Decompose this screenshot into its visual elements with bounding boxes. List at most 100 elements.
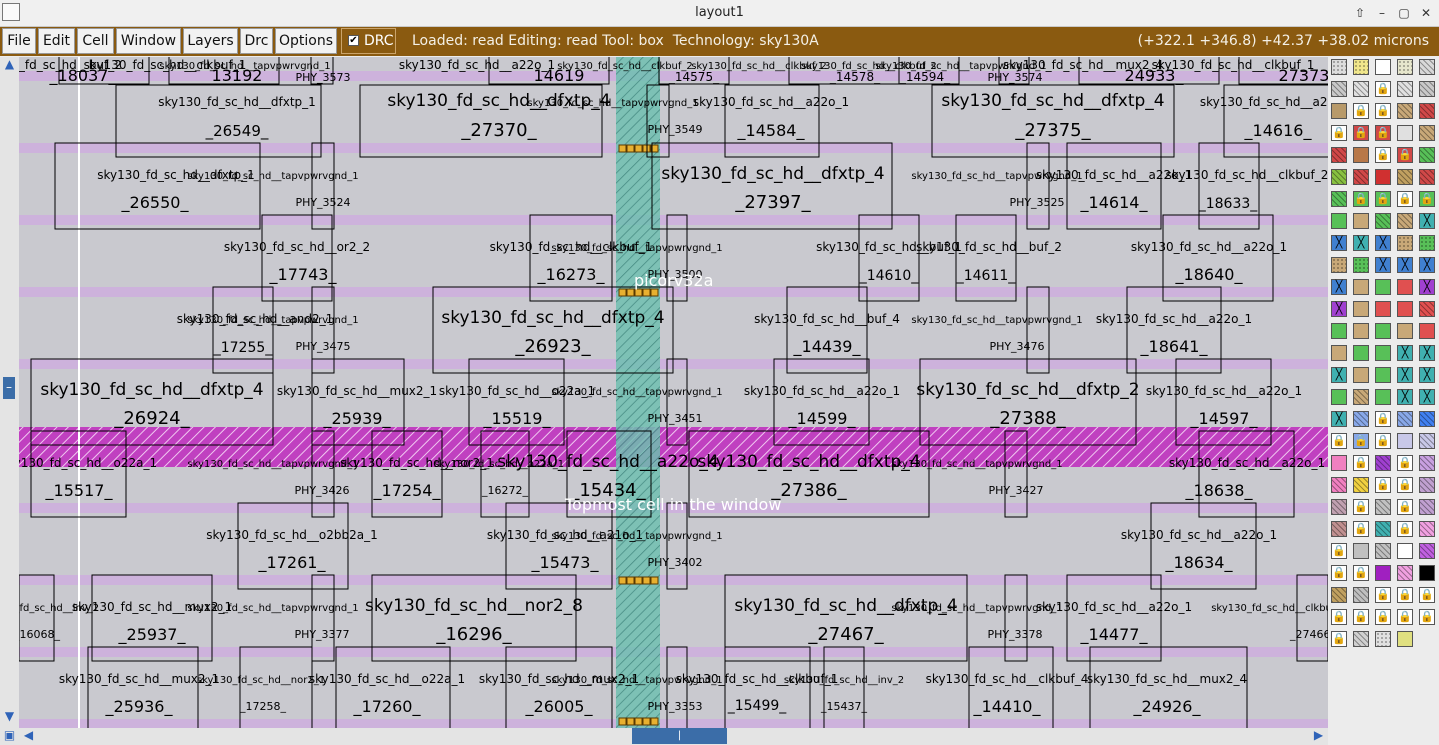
layer-swatch[interactable] bbox=[1353, 389, 1369, 405]
layer-swatch[interactable] bbox=[1375, 521, 1391, 537]
lock-icon[interactable]: 🔒 bbox=[1397, 499, 1413, 515]
layer-swatch[interactable] bbox=[1397, 103, 1413, 119]
drc-checkbox[interactable]: ✔ bbox=[348, 35, 359, 46]
layer-swatch[interactable] bbox=[1331, 587, 1347, 603]
lock-icon[interactable]: 🔒 bbox=[1397, 521, 1413, 537]
lock-icon[interactable]: 🔒 bbox=[1331, 631, 1347, 647]
vertical-scrollbar[interactable]: ▲ – ▼ bbox=[0, 57, 19, 728]
layer-swatch[interactable]: ╳ bbox=[1397, 345, 1413, 361]
lock-icon[interactable]: 🔒 bbox=[1397, 477, 1413, 493]
layer-swatch[interactable] bbox=[1375, 279, 1391, 295]
cell-instance[interactable]: sky130_fd_sc_hd__clkbuf_1_15499_ bbox=[676, 646, 839, 728]
layer-swatch[interactable] bbox=[1353, 367, 1369, 383]
layer-swatch[interactable]: ╳ bbox=[1331, 279, 1347, 295]
lock-icon[interactable]: 🔒 bbox=[1397, 455, 1413, 471]
lock-icon[interactable]: 🔒 bbox=[1331, 609, 1347, 625]
layer-swatch[interactable] bbox=[1375, 565, 1391, 581]
horizontal-scroll-thumb[interactable]: | bbox=[632, 728, 727, 744]
layer-swatch[interactable] bbox=[1419, 81, 1435, 97]
layer-swatch[interactable] bbox=[1419, 323, 1435, 339]
close-button[interactable]: ✕ bbox=[1417, 4, 1435, 22]
layer-swatch[interactable] bbox=[1353, 213, 1369, 229]
layer-swatch[interactable] bbox=[1331, 257, 1347, 273]
layer-swatch[interactable] bbox=[1331, 81, 1347, 97]
layer-swatch[interactable] bbox=[1353, 169, 1369, 185]
layer-swatch[interactable] bbox=[1397, 169, 1413, 185]
lock-icon[interactable]: 🔒 bbox=[1419, 191, 1435, 207]
layer-swatch[interactable] bbox=[1375, 367, 1391, 383]
menu-edit[interactable]: Edit bbox=[38, 28, 75, 54]
cell-instance[interactable]: sky130_fd_sc_hd__nor2_1 _17258_ bbox=[197, 646, 325, 728]
layer-swatch[interactable] bbox=[1397, 81, 1413, 97]
layer-swatch[interactable]: ╳ bbox=[1331, 235, 1347, 251]
menu-cell[interactable]: Cell bbox=[77, 28, 114, 54]
layer-swatch[interactable] bbox=[1331, 103, 1347, 119]
horizontal-scrollbar[interactable]: ▣ ◀ | ▶ bbox=[0, 728, 1328, 745]
layer-swatch[interactable] bbox=[1331, 323, 1347, 339]
layer-swatch[interactable] bbox=[1397, 301, 1413, 317]
layer-swatch[interactable] bbox=[1419, 235, 1435, 251]
lock-icon[interactable]: 🔒 bbox=[1353, 455, 1369, 471]
lock-icon[interactable]: 🔒 bbox=[1353, 565, 1369, 581]
layer-swatch[interactable]: ╳ bbox=[1331, 301, 1347, 317]
menu-drc[interactable]: Drc bbox=[240, 28, 273, 54]
layer-swatch[interactable] bbox=[1419, 455, 1435, 471]
layer-swatch[interactable] bbox=[1375, 455, 1391, 471]
layer-swatch[interactable] bbox=[1375, 323, 1391, 339]
layer-swatch[interactable] bbox=[1353, 81, 1369, 97]
layer-swatch[interactable] bbox=[1419, 543, 1435, 559]
layer-swatch[interactable] bbox=[1331, 191, 1347, 207]
layer-swatch[interactable] bbox=[1397, 631, 1413, 647]
layer-swatch[interactable] bbox=[1419, 411, 1435, 427]
layer-palette[interactable]: 🔒 🔒 🔒 🔒 🔒 🔒 🔒 🔒 🔒 🔒 🔒 🔒 ╳ ╳ ╳ ╳ ╳ ╳ ╳ ╳ ╳ ╳ ╳ ╳ ╳ ╳ ╳ ╳ ╳ ╳ 🔒 🔒 🔒 🔒 🔒 🔒 🔒 🔒 🔒 🔒… bbox=[1328, 57, 1439, 728]
layer-swatch[interactable] bbox=[1331, 389, 1347, 405]
lock-icon[interactable]: 🔒 bbox=[1331, 125, 1347, 141]
lock-icon[interactable]: 🔒 bbox=[1375, 81, 1391, 97]
layer-swatch[interactable] bbox=[1331, 213, 1347, 229]
cell-instance[interactable]: sky130_fd_sc_hd__o22a_1 _17260_ bbox=[309, 646, 465, 728]
layer-swatch[interactable] bbox=[1331, 147, 1347, 163]
arrow-right-icon[interactable]: ▶ bbox=[1309, 728, 1328, 742]
layer-swatch[interactable] bbox=[1331, 521, 1347, 537]
lock-icon[interactable]: 🔒 bbox=[1353, 521, 1369, 537]
layer-swatch[interactable] bbox=[1353, 631, 1369, 647]
layer-swatch[interactable] bbox=[1331, 169, 1347, 185]
layer-swatch[interactable]: ╳ bbox=[1419, 367, 1435, 383]
layer-swatch[interactable] bbox=[1419, 125, 1435, 141]
layer-swatch[interactable] bbox=[1375, 59, 1391, 75]
layout-view[interactable]: sky130_fd_sc_hd__buf_2_18037_sky130_fd_s… bbox=[19, 57, 1328, 728]
layer-swatch[interactable] bbox=[1397, 125, 1413, 141]
maximize-button[interactable]: ▢ bbox=[1395, 4, 1413, 22]
layer-swatch[interactable]: ╳ bbox=[1419, 213, 1435, 229]
lock-icon[interactable]: 🔒 bbox=[1353, 499, 1369, 515]
layer-swatch[interactable]: ╳ bbox=[1397, 257, 1413, 273]
cell-instance[interactable]: sky130_fd_sc_hd__mux2_1 _25936_ bbox=[59, 646, 219, 728]
cell-instance[interactable]: sky130_fd_sc_hd__inv_2 _15437_ bbox=[784, 646, 904, 728]
vertical-scroll-thumb[interactable]: – bbox=[3, 377, 15, 399]
layer-swatch[interactable] bbox=[1419, 521, 1435, 537]
layer-swatch[interactable] bbox=[1419, 169, 1435, 185]
layer-swatch[interactable] bbox=[1331, 499, 1347, 515]
lock-icon[interactable]: 🔒 bbox=[1353, 125, 1369, 141]
drc-toggle[interactable]: ✔ DRC bbox=[341, 28, 396, 54]
layer-swatch[interactable] bbox=[1397, 433, 1413, 449]
layer-swatch[interactable]: ╳ bbox=[1419, 257, 1435, 273]
lock-icon[interactable]: 🔒 bbox=[1331, 543, 1347, 559]
layout-canvas[interactable]: sky130_fd_sc_hd__buf_2_18037_sky130_fd_s… bbox=[19, 57, 1328, 728]
arrow-down-icon[interactable]: ▼ bbox=[0, 709, 19, 723]
layer-swatch[interactable] bbox=[1375, 499, 1391, 515]
layer-swatch[interactable] bbox=[1353, 257, 1369, 273]
lock-icon[interactable]: 🔒 bbox=[1419, 609, 1435, 625]
lock-icon[interactable]: 🔒 bbox=[1397, 587, 1413, 603]
layer-swatch[interactable] bbox=[1419, 103, 1435, 119]
layer-swatch[interactable] bbox=[1353, 279, 1369, 295]
layer-swatch[interactable]: ╳ bbox=[1375, 235, 1391, 251]
layer-swatch[interactable]: ╳ bbox=[1331, 411, 1347, 427]
layer-swatch[interactable] bbox=[1375, 631, 1391, 647]
layer-swatch[interactable]: ╳ bbox=[1419, 389, 1435, 405]
layer-swatch[interactable] bbox=[1353, 345, 1369, 361]
lock-icon[interactable]: 🔒 bbox=[1375, 411, 1391, 427]
minimize-button[interactable]: – bbox=[1373, 4, 1391, 22]
lock-icon[interactable]: 🔒 bbox=[1375, 103, 1391, 119]
layer-swatch[interactable] bbox=[1375, 345, 1391, 361]
